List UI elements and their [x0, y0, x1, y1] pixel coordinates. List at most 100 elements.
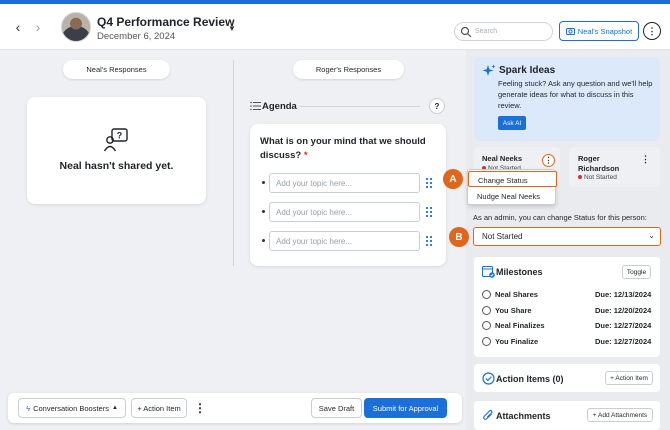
context-menu: Change Status Nudge Neal Neeks — [467, 169, 557, 205]
svg-text:?: ? — [117, 131, 123, 141]
bullet — [262, 239, 265, 242]
milestone-due: Due: 12/13/2024 — [595, 290, 652, 299]
page-title[interactable]: Q4 Performance Review — [97, 15, 234, 29]
drag-handle-icon[interactable] — [425, 235, 433, 247]
agenda-icon — [250, 101, 261, 111]
person-name: Neal Neeks — [482, 154, 523, 163]
milestones-title: Milestones — [496, 267, 543, 277]
status-badge: Not Started — [578, 174, 617, 181]
callout-a: A — [443, 169, 463, 189]
more-vertical-icon[interactable]: ⋮ — [643, 22, 661, 40]
action-items-panel: Action Items (0) + Action Item — [474, 364, 660, 392]
chevron-down-icon[interactable]: ▼ — [228, 24, 236, 33]
more-vertical-icon[interactable]: ⋮ — [194, 399, 206, 417]
topic-input[interactable]: Add your topic here... — [269, 173, 420, 193]
bullet — [262, 210, 265, 213]
person-name: Roger Richardson — [578, 154, 620, 173]
milestone-label: You Share — [495, 306, 532, 315]
check-circle-icon — [482, 372, 495, 385]
person-card-roger[interactable]: Roger Richardson Not Started ⋮ — [569, 147, 660, 187]
milestone-due: Due: 12/27/2024 — [595, 337, 652, 346]
more-vertical-icon[interactable]: ⋮ — [542, 154, 555, 167]
calendar-check-icon — [482, 266, 495, 278]
more-vertical-icon[interactable]: ⋮ — [641, 155, 650, 164]
toggle-button[interactable]: Toggle — [622, 265, 651, 279]
agenda-question-text: What is on your mind that we should disc… — [260, 136, 426, 161]
lightning-icon: ϟ — [26, 403, 31, 413]
agenda-divider — [300, 106, 420, 107]
tab-rogers-responses[interactable]: Roger's Responses — [293, 60, 404, 79]
topic-input[interactable]: Add your topic here... — [269, 202, 420, 222]
add-action-item-button[interactable]: + Action Item — [605, 371, 653, 385]
search-placeholder: Search — [475, 28, 498, 35]
status-label: Not Started — [584, 174, 617, 181]
snapshot-icon — [565, 28, 575, 35]
bottom-action-bar: ϟ Conversation Boosters ▲ + Action Item … — [8, 393, 462, 423]
milestone-row[interactable]: You Finalize Due: 12/27/2024 — [482, 336, 652, 348]
milestone-label: Neal Finalizes — [495, 321, 545, 330]
agenda-card: What is on your mind that we should disc… — [250, 124, 446, 266]
topic-row: Add your topic here... — [250, 231, 446, 251]
add-action-item-button[interactable]: + Action Item — [131, 398, 187, 418]
milestone-due: Due: 12/27/2024 — [595, 321, 652, 330]
agenda-title: Agenda — [262, 101, 297, 112]
bullet — [262, 181, 265, 184]
milestones-panel: Milestones Toggle Neal Shares Due: 12/13… — [474, 257, 660, 357]
status-select[interactable]: Not Started ⌄ — [473, 227, 661, 246]
chat-question-icon: ? — [103, 128, 128, 152]
ask-ai-button[interactable]: Ask AI — [498, 116, 526, 130]
milestone-row[interactable]: Neal Finalizes Due: 12/27/2024 — [482, 320, 652, 332]
spark-ideas-text: Feeling stuck? Ask any question and we'l… — [498, 79, 653, 110]
empty-state-message: Neal hasn't shared yet. — [59, 160, 174, 172]
paperclip-icon — [483, 409, 493, 420]
add-attachments-button[interactable]: + Add Attachments — [587, 408, 653, 422]
radio-button[interactable] — [482, 337, 491, 346]
radio-button[interactable] — [482, 306, 491, 315]
status-dot — [578, 175, 582, 180]
drag-handle-icon[interactable] — [425, 206, 433, 218]
status-select-value: Not Started — [482, 232, 523, 241]
milestone-label: You Finalize — [495, 337, 539, 346]
chevron-down-icon: ⌄ — [648, 231, 655, 240]
sparkle-icon — [482, 64, 496, 76]
snapshot-button[interactable]: Neal's Snapshot — [559, 21, 639, 41]
radio-button[interactable] — [482, 290, 491, 299]
topic-input[interactable]: Add your topic here... — [269, 231, 420, 251]
topic-row: Add your topic here... — [250, 202, 446, 222]
snapshot-button-label: Neal's Snapshot — [577, 26, 633, 36]
back-arrow-icon[interactable]: ‹ — [12, 20, 24, 34]
column-divider — [233, 60, 234, 266]
action-items-title: Action Items (0) — [496, 374, 564, 384]
topic-row: Add your topic here... — [250, 173, 446, 193]
agenda-question: What is on your mind that we should disc… — [260, 135, 438, 163]
forward-arrow-icon[interactable]: › — [32, 20, 44, 34]
admin-note: As an admin, you can change Status for t… — [473, 213, 647, 222]
menu-item-change-status[interactable]: Change Status — [468, 171, 557, 187]
attachments-title: Attachments — [496, 411, 551, 421]
drag-handle-icon[interactable] — [425, 177, 433, 189]
milestone-label: Neal Shares — [495, 290, 538, 299]
spark-ideas-title: Spark Ideas — [499, 65, 556, 76]
menu-item-nudge[interactable]: Nudge Neal Neeks — [468, 188, 557, 204]
caret-up-icon: ▲ — [111, 405, 118, 411]
conversation-boosters-button[interactable]: ϟ Conversation Boosters ▲ — [18, 398, 126, 418]
attachments-panel: Attachments + Add Attachments — [474, 401, 660, 430]
milestone-row[interactable]: You Share Due: 12/20/2024 — [482, 305, 652, 317]
submit-approval-button[interactable]: Submit for Approval — [364, 398, 447, 418]
search-icon — [460, 26, 472, 38]
search-input[interactable]: Search — [454, 22, 553, 41]
save-draft-button[interactable]: Save Draft — [311, 398, 362, 418]
conversation-boosters-label: Conversation Boosters — [33, 403, 109, 413]
review-date: December 6, 2024 — [97, 31, 176, 42]
radio-button[interactable] — [482, 321, 491, 330]
empty-state-card: ? Neal hasn't shared yet. — [27, 97, 206, 204]
milestone-due: Due: 12/20/2024 — [595, 306, 652, 315]
spark-ideas-card: Spark Ideas Feeling stuck? Ask any quest… — [474, 57, 660, 141]
callout-b: B — [449, 227, 469, 247]
avatar — [61, 12, 91, 42]
help-icon[interactable]: ? — [429, 98, 445, 114]
milestone-row[interactable]: Neal Shares Due: 12/13/2024 — [482, 289, 652, 301]
header: ‹ › Q4 Performance Review December 6, 20… — [0, 4, 670, 50]
required-mark: * — [303, 150, 308, 161]
tab-neals-responses[interactable]: Neal's Responses — [63, 60, 170, 79]
